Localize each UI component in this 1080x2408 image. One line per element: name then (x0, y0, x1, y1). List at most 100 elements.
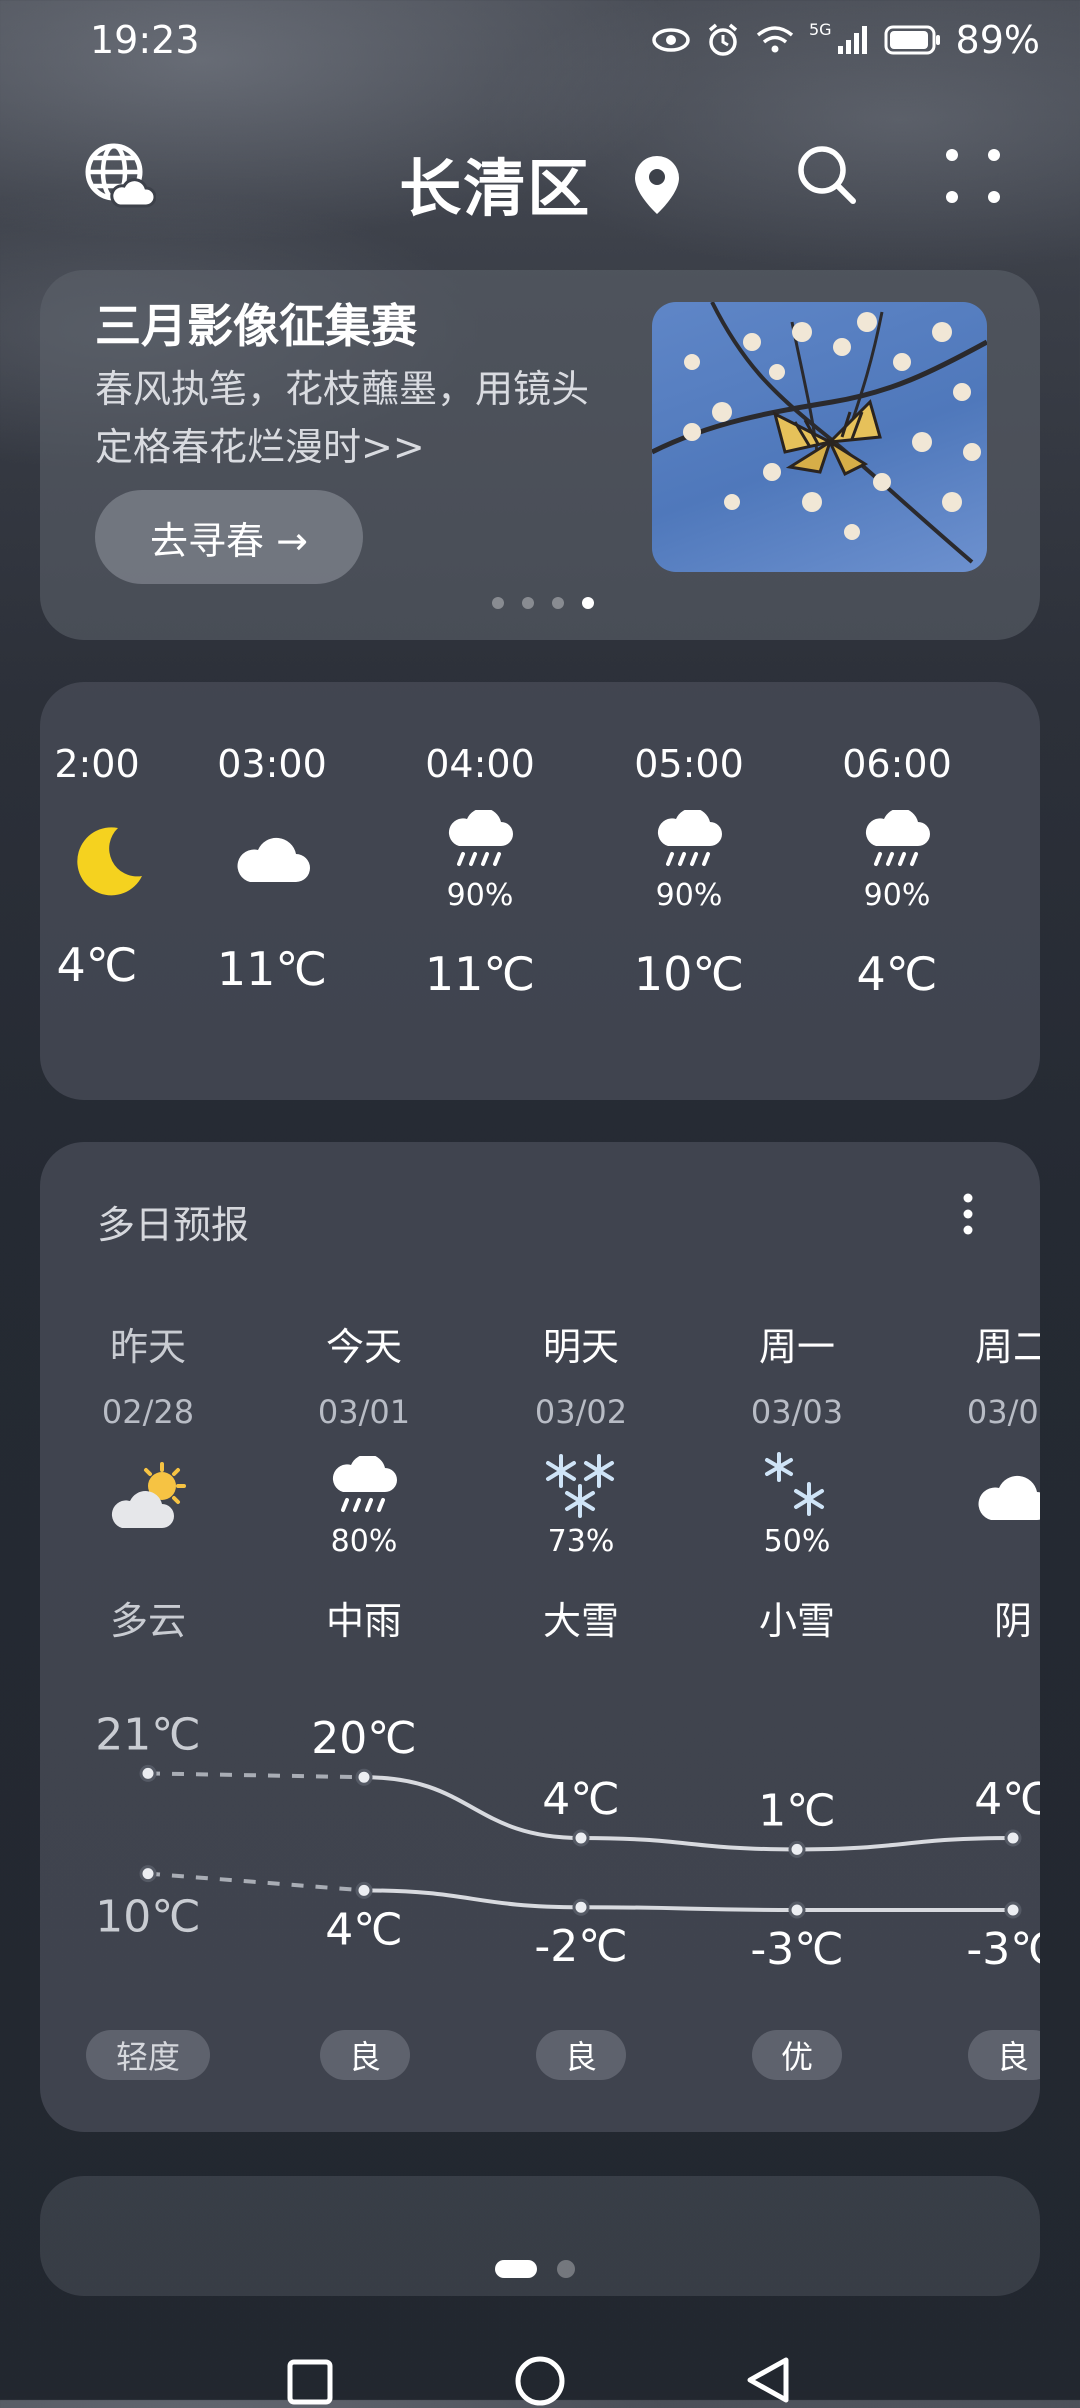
hour-temp: 4℃ (56, 938, 138, 992)
high-temp-point (1004, 1829, 1022, 1847)
day-name: 今天 (325, 1325, 402, 1369)
day-date: 03/03 (750, 1393, 844, 1431)
hour-time: 05:00 (634, 742, 744, 786)
promo-page-indicator (492, 597, 594, 609)
next-card[interactable] (40, 2176, 1040, 2296)
rain-cloud-icon (332, 1456, 397, 1512)
network-type: 5G (808, 20, 832, 39)
hour-temp: 11℃ (424, 947, 536, 1001)
hour-item: 04:00 90% 11℃ (380, 742, 580, 1001)
search-icon[interactable] (795, 143, 859, 207)
high-temp-label: 4℃ (974, 1774, 1040, 1825)
high-temp-point (355, 1768, 373, 1786)
low-temp-label: 4℃ (325, 1904, 402, 1955)
cloud-icon (237, 837, 310, 882)
high-temp-label: 4℃ (542, 1774, 619, 1825)
day-precip: 73% (547, 1524, 615, 1559)
battery-icon (884, 25, 940, 55)
day-date: 03/04 (966, 1393, 1040, 1431)
hourly-forecast-card[interactable]: 2:00 4℃ 03:00 11℃ 04:00 90% 11℃ 05:00 90… (40, 682, 1040, 1100)
page-dot (557, 2260, 575, 2278)
recent-apps-icon[interactable] (286, 2358, 334, 2406)
day-name: 周二 (974, 1325, 1040, 1369)
day-precip: 80% (330, 1524, 398, 1559)
light-snow-icon (765, 1452, 824, 1516)
high-temp-label: 20℃ (311, 1713, 416, 1764)
day-column[interactable]: 今天 03/01 (264, 1316, 464, 1431)
hour-time: 03:00 (217, 742, 327, 786)
hour-temp: 4℃ (856, 947, 938, 1001)
partly-cloudy-icon (111, 1462, 186, 1528)
status-time: 19:23 (90, 18, 200, 62)
aqi-badge: 轻度 (86, 2030, 210, 2080)
day-column[interactable]: 周一 03/03 (697, 1316, 897, 1431)
promo-subtitle[interactable]: 春风执笔，花枝蘸墨，用镜头定格春花烂漫时>> (95, 360, 615, 476)
aqi-badge: 优 (752, 2030, 842, 2080)
hour-item: 06:00 90% 4℃ (797, 742, 997, 1001)
high-temp-point (572, 1829, 590, 1847)
day-precip: 50% (763, 1524, 831, 1559)
high-temp-line-past (147, 1771, 365, 1780)
page-dot (552, 597, 564, 609)
aqi-badge: 良 (320, 2030, 410, 2080)
day-condition: 多云 (109, 1599, 186, 1643)
low-temp-label: 10℃ (95, 1892, 200, 1943)
promo-button[interactable]: 去寻春 → (95, 490, 363, 584)
low-temp-line (363, 1888, 1013, 1912)
low-temp-point (355, 1881, 373, 1899)
day-name: 明天 (542, 1325, 619, 1369)
hour-temp: 10℃ (633, 947, 745, 1001)
snow-icon (546, 1454, 614, 1518)
hour-time: 04:00 (425, 742, 535, 786)
low-temp-line-past (147, 1871, 365, 1893)
low-temp-point (572, 1898, 590, 1916)
city-selector[interactable]: 长清区 (0, 138, 1080, 228)
high-temp-point (788, 1840, 806, 1858)
hour-time: 06:00 (842, 742, 952, 786)
day-condition: 中雨 (325, 1599, 402, 1643)
temperature-chart: 21℃ 10℃ 20℃ 4℃ 4℃ -2℃ 1℃ -3℃ 4℃ -3℃ (95, 1709, 1040, 1975)
day-name: 周一 (758, 1325, 835, 1369)
signal-icon (837, 26, 867, 54)
day-column[interactable]: 明天 03/02 (481, 1316, 681, 1431)
low-temp-point (1004, 1901, 1022, 1919)
rain-cloud-icon (657, 808, 722, 866)
day-date: 03/01 (317, 1393, 411, 1431)
hour-time: 2:00 (54, 742, 140, 786)
page-dot (522, 597, 534, 609)
back-icon[interactable] (742, 2354, 794, 2406)
hour-item: 03:00 11℃ (172, 742, 372, 996)
day-condition: 阴 (993, 1599, 1032, 1643)
day-name: 昨天 (109, 1325, 186, 1369)
alarm-icon (708, 23, 738, 56)
aqi-badge: 良 (968, 2030, 1040, 2080)
day-column[interactable]: 周二 03/04 (913, 1316, 1040, 1431)
forecast-more-icon[interactable] (958, 1192, 978, 1236)
day-condition: 大雪 (542, 1599, 619, 1643)
multi-day-forecast-card[interactable]: 多日预报 昨天 02/28 今天 03/01 明天 03/02 周一 03/03… (40, 1142, 1040, 2132)
day-date: 02/28 (101, 1393, 195, 1431)
low-temp-label: -3℃ (966, 1924, 1040, 1975)
home-page-indicator (495, 2260, 575, 2278)
hour-precip: 90% (863, 878, 931, 913)
cloud-icon (978, 1475, 1040, 1520)
low-temp-point (788, 1901, 806, 1919)
eye-icon (652, 28, 690, 52)
wifi-icon (756, 26, 794, 53)
moon-icon (77, 827, 142, 896)
hour-precip: 90% (655, 878, 723, 913)
promo-image[interactable] (652, 302, 987, 572)
battery-level: 89% (955, 18, 1040, 62)
high-temp-label: 21℃ (95, 1709, 200, 1760)
high-temp-label: 1℃ (758, 1785, 835, 1836)
day-column[interactable]: 昨天 02/28 (48, 1316, 248, 1431)
more-menu-icon[interactable] (944, 147, 1002, 205)
rain-cloud-icon (865, 808, 930, 866)
page-dot (492, 597, 504, 609)
high-temp-line (363, 1775, 1014, 1852)
butterfly-blossom-image (652, 302, 987, 564)
low-temp-point (139, 1865, 157, 1883)
hour-temp: 11℃ (216, 942, 328, 996)
day-condition: 小雪 (758, 1599, 835, 1643)
forecast-title: 多日预报 (97, 1203, 250, 1247)
